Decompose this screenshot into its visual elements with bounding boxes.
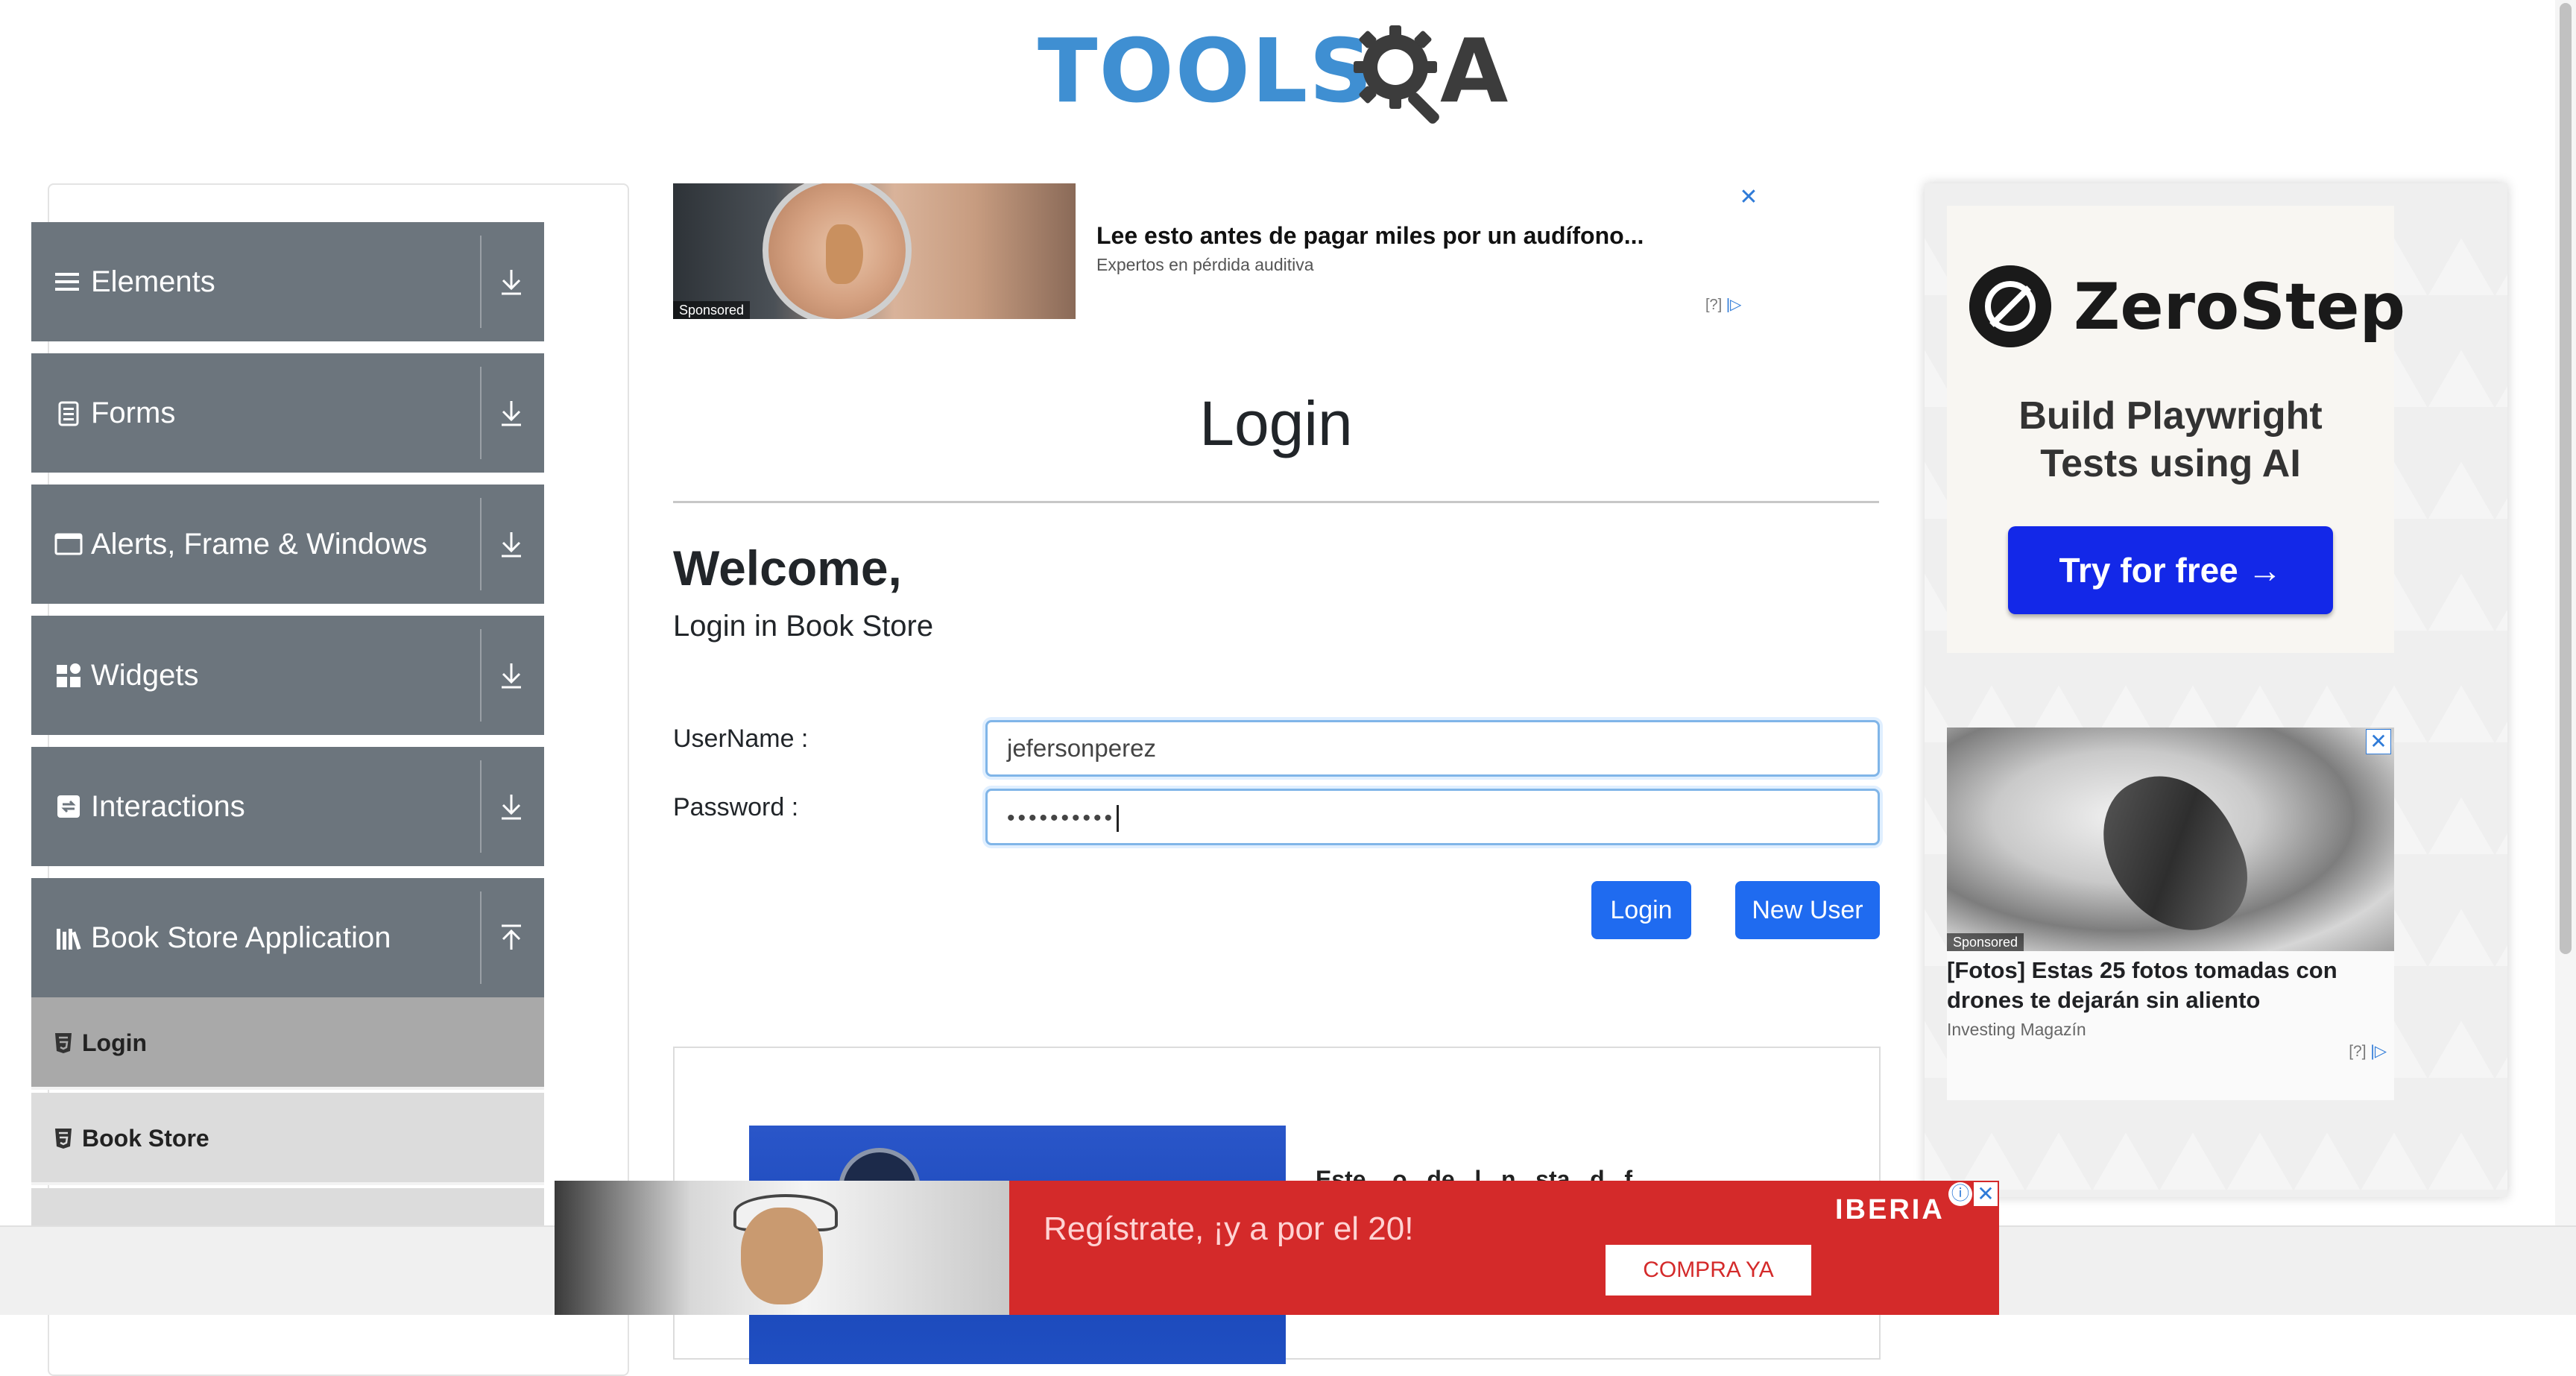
welcome-heading: Welcome, <box>673 540 902 596</box>
download-arrow-icon[interactable] <box>489 391 534 435</box>
ad-info[interactable]: [?] |▷ <box>2349 1042 2387 1061</box>
hearing-aid-ad[interactable]: Sponsored Lee esto antes de pagar miles … <box>673 183 1761 319</box>
new-user-button[interactable]: New User <box>1735 881 1880 939</box>
close-icon[interactable]: ✕ <box>1737 186 1760 209</box>
ad-title[interactable]: Lee esto antes de pagar miles por un aud… <box>1096 222 1644 250</box>
page-title: Login <box>1199 388 1353 458</box>
close-icon[interactable]: ✕ <box>1974 1182 1998 1206</box>
divider <box>480 629 482 722</box>
hamburger-icon <box>55 273 79 291</box>
drone-photos-ad[interactable]: Sponsored ✕ [Fotos] Estas 25 fotos tomad… <box>1947 728 2394 1100</box>
banner-photo <box>555 1181 1009 1315</box>
sidebar-group-forms[interactable]: Forms <box>31 353 544 473</box>
hearing-aid-image <box>826 224 863 284</box>
page-scrollbar[interactable] <box>2555 0 2576 1225</box>
zerostep-ad[interactable]: ZeroStep Build Playwright Tests using AI… <box>1947 206 2405 653</box>
ad-info-label[interactable]: [?] <box>2349 1043 2366 1060</box>
divider <box>673 501 1879 503</box>
scrollbar-thumb[interactable] <box>2560 3 2572 954</box>
grid-icon <box>57 663 80 687</box>
zerostep-brand: ZeroStep <box>2074 270 2406 344</box>
right-ad[interactable]: ZeroStep Build Playwright Tests using AI… <box>1925 183 2507 1197</box>
upload-arrow-icon[interactable] <box>489 915 534 960</box>
divider <box>480 760 482 853</box>
sponsored-label: Sponsored <box>673 301 751 319</box>
sidebar-item-book-store[interactable]: Book Store <box>31 1093 544 1185</box>
info-icon[interactable]: ⓘ <box>1948 1182 1972 1206</box>
logo-suffix: A <box>1440 19 1509 122</box>
compra-ya-button[interactable]: COMPRA YA <box>1606 1245 1811 1295</box>
sidebar-group-label: Interactions <box>91 790 245 823</box>
sidebar-group-label: Elements <box>91 265 215 298</box>
zerostep-tagline: Build Playwright Tests using AI <box>1947 392 2394 487</box>
sidebar-item-label: Book Store <box>82 1125 209 1152</box>
sidebar-item-login[interactable]: Login <box>31 997 544 1090</box>
mountain-ridge-image <box>2082 753 2267 951</box>
download-arrow-icon[interactable] <box>489 784 534 829</box>
books-icon <box>57 929 81 950</box>
divider <box>480 891 482 984</box>
download-arrow-icon[interactable] <box>489 522 534 567</box>
document-icon <box>58 401 79 426</box>
sidebar-group-label: Widgets <box>91 659 199 692</box>
sidebar-group-book-store-application[interactable]: Book Store Application <box>31 878 544 997</box>
sidebar-group-label: Book Store Application <box>91 921 391 954</box>
login-button[interactable]: Login <box>1591 881 1691 939</box>
divider <box>480 367 482 459</box>
text-caret <box>1117 805 1120 833</box>
username-input[interactable]: jefersonperez <box>985 720 1880 777</box>
logo-text: TOOLS <box>1038 19 1374 122</box>
ad-image[interactable]: Sponsored <box>673 183 1076 319</box>
divider <box>480 498 482 590</box>
tagline-line-2: Tests using AI <box>2040 442 2301 485</box>
password-value: •••••••••• <box>1007 806 1116 830</box>
sidebar-group-label: Forms <box>91 397 176 429</box>
drone-ad-image[interactable]: Sponsored <box>1947 728 2394 951</box>
adchoices-icon[interactable]: |▷ <box>1726 297 1742 313</box>
iberia-logo: IBERIA <box>1835 1194 1945 1225</box>
sidebar-item-label: Login <box>82 1029 148 1056</box>
ad-info[interactable]: [?] |▷ <box>1705 295 1741 314</box>
window-icon <box>54 533 83 555</box>
iberia-banner-ad[interactable]: Regístrate, ¡y a por el 20! IBERIA COMPR… <box>555 1181 1999 1315</box>
html5-icon <box>55 1033 72 1053</box>
ad-subtitle: Expertos en pérdida auditiva <box>1096 255 1314 274</box>
banner-headline[interactable]: Regístrate, ¡y a por el 20! <box>1044 1211 1413 1248</box>
interaction-icon <box>57 795 80 818</box>
try-for-free-button[interactable]: Try for free → <box>2008 526 2333 614</box>
toolsqa-logo[interactable]: TOOLS A <box>1038 21 1522 136</box>
username-label: UserName : <box>673 725 809 753</box>
drone-ad-source: Investing Magazín <box>1947 1020 2086 1039</box>
sidebar-group-widgets[interactable]: Widgets <box>31 616 544 735</box>
html5-icon <box>55 1129 72 1149</box>
sidebar-group-alerts[interactable]: Alerts, Frame & Windows <box>31 485 544 604</box>
adchoices-icon[interactable]: |▷ <box>2370 1043 2387 1060</box>
close-icon[interactable]: ✕ <box>2366 729 2391 754</box>
password-label: Password : <box>673 793 799 821</box>
download-arrow-icon[interactable] <box>489 653 534 698</box>
banner-photo-face <box>741 1208 823 1304</box>
tagline-line-1: Build Playwright <box>2018 394 2323 438</box>
drone-ad-title[interactable]: [Fotos] Estas 25 fotos tomadas con drone… <box>1947 956 2394 1015</box>
sponsored-label: Sponsored <box>1947 933 2024 951</box>
password-input[interactable]: •••••••••• <box>985 789 1880 845</box>
ad-info-label[interactable]: [?] <box>1705 297 1722 313</box>
download-arrow-icon[interactable] <box>489 259 534 304</box>
sidebar-group-elements[interactable]: Elements <box>31 222 544 341</box>
login-subtitle: Login in Book Store <box>673 610 934 643</box>
zerostep-logo-icon <box>1969 265 2051 347</box>
sidebar-group-label: Alerts, Frame & Windows <box>91 528 428 561</box>
sidebar-group-interactions[interactable]: Interactions <box>31 747 544 866</box>
divider <box>480 236 482 328</box>
